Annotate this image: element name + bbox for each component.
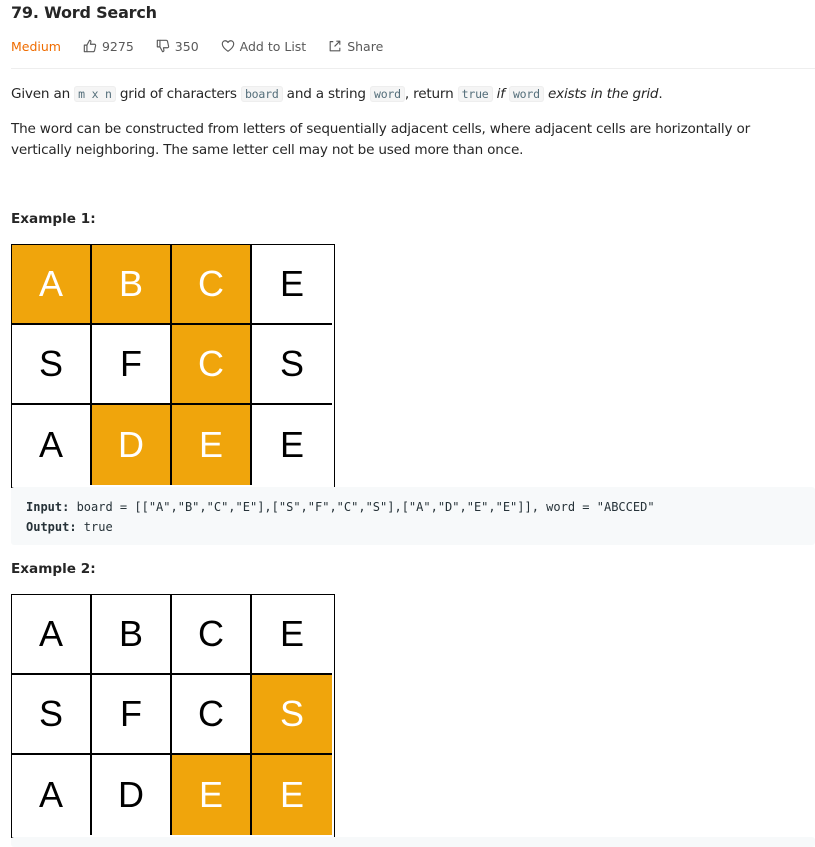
text: exists in the grid — [543, 86, 659, 102]
code-word: word — [508, 86, 544, 102]
grid-cell: S — [252, 675, 332, 755]
problem-title: 79. Word Search — [11, 3, 157, 22]
text: and a string — [282, 86, 370, 102]
output-label: Output: — [26, 520, 77, 534]
thumbs-up-icon — [83, 39, 97, 53]
text: , return — [404, 86, 458, 102]
text: grid of characters — [115, 86, 241, 102]
share-label: Share — [347, 38, 384, 54]
dislike-button[interactable]: 350 — [156, 39, 199, 54]
share-icon — [329, 40, 341, 52]
description-paragraph-2: The word can be constructed from letters… — [11, 121, 750, 158]
example-2-board-image: ABCESFCSADEE — [11, 594, 335, 838]
grid-cell: E — [252, 595, 332, 675]
grid-cell: A — [12, 245, 92, 325]
grid-cell: E — [172, 755, 252, 835]
input-value: board = [["A","B","C","E"],["S","F","C",… — [69, 500, 655, 514]
text: if — [492, 86, 509, 102]
share-button[interactable]: Share — [328, 39, 383, 54]
grid-cell: C — [172, 675, 252, 755]
input-label: Input: — [26, 500, 70, 514]
header-divider — [11, 68, 815, 69]
text: . — [658, 86, 663, 102]
grid-cell: A — [12, 405, 92, 485]
grid-cell: D — [92, 405, 172, 485]
grid-cell: S — [12, 325, 92, 405]
grid-cell: S — [12, 675, 92, 755]
example-1-title: Example 1: — [11, 211, 96, 227]
grid-cell: E — [252, 755, 332, 835]
like-button[interactable]: 9275 — [83, 39, 134, 54]
grid-cell: E — [252, 405, 332, 485]
description-paragraph-1: Given an m x n grid of characters board … — [11, 84, 806, 105]
grid-cell: B — [92, 595, 172, 675]
problem-meta-row: Medium 9275 350 Add to List Share — [11, 36, 405, 56]
code-m-x-n: m x n — [74, 86, 116, 102]
example-2-title: Example 2: — [11, 561, 96, 577]
grid-cell: S — [252, 325, 332, 405]
example-1-board-image: ABCESFCSADEE — [11, 244, 335, 488]
grid-cell: A — [12, 755, 92, 835]
add-to-list-button[interactable]: Add to List — [221, 38, 307, 54]
heart-icon — [221, 40, 234, 52]
grid-cell: C — [172, 595, 252, 675]
dislike-count: 350 — [174, 38, 199, 54]
like-count: 9275 — [101, 38, 134, 54]
difficulty-badge: Medium — [11, 38, 61, 54]
grid-cell: B — [92, 245, 172, 325]
grid-cell: C — [172, 245, 252, 325]
code-word: word — [369, 86, 405, 102]
code-true: true — [457, 86, 493, 102]
output-value: true — [76, 520, 113, 534]
example-1-code-block: Input: board = [["A","B","C","E"],["S","… — [11, 487, 815, 545]
text: Given an — [11, 86, 75, 102]
example-2-code-block — [11, 837, 815, 847]
grid-cell: C — [172, 325, 252, 405]
grid-cell: F — [92, 675, 172, 755]
grid-cell: F — [92, 325, 172, 405]
thumbs-down-icon — [156, 39, 169, 53]
grid-cell: E — [252, 245, 332, 325]
code-board: board — [240, 86, 283, 102]
grid-cell: D — [92, 755, 172, 835]
grid-cell: A — [12, 595, 92, 675]
add-to-list-label: Add to List — [239, 38, 307, 54]
grid-cell: E — [172, 405, 252, 485]
